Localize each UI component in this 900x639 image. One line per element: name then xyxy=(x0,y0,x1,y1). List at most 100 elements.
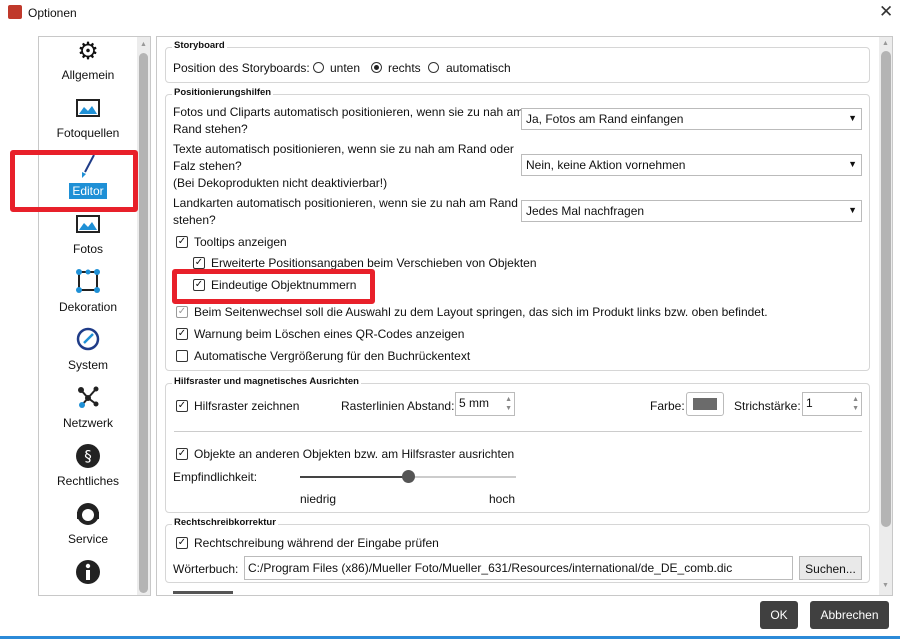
network-icon xyxy=(39,385,137,415)
select-value: Nein, keine Aktion vornehmen xyxy=(526,158,686,172)
spinner-arrows-icon[interactable]: ▲ ▼ xyxy=(852,395,859,413)
sidebar-item-label: Dekoration xyxy=(58,300,118,314)
sidebar-item-info[interactable] xyxy=(39,559,137,589)
group-title: Hilfsraster und magnetisches Ausrichten xyxy=(172,376,361,387)
slider-handle[interactable] xyxy=(402,470,415,483)
checkbox-label: Warnung beim Löschen eines QR-Codes anze… xyxy=(194,327,465,341)
sidebar-item-rechtliches[interactable]: § Rechtliches xyxy=(39,443,137,489)
spellcheck-checkbox[interactable]: ✓ xyxy=(176,537,188,549)
texts-label: Falz stehen? xyxy=(173,159,242,173)
sidebar-item-netzwerk[interactable]: Netzwerk xyxy=(39,385,137,431)
sidebar-item-fotos[interactable]: Fotos xyxy=(39,211,137,257)
checkbox-label: Hilfsraster zeichnen xyxy=(194,399,300,413)
spine-text-checkbox[interactable] xyxy=(176,350,188,362)
cancel-button[interactable]: Abbrechen xyxy=(810,601,889,629)
select-value: Jedes Mal nachfragen xyxy=(526,204,645,218)
slider-max-label: hoch xyxy=(489,492,516,506)
checkbox-label: Rechtschreibung während der Eingabe prüf… xyxy=(194,536,439,550)
search-dictionary-button[interactable]: Suchen... xyxy=(799,556,862,580)
image-icon xyxy=(39,211,137,241)
stroke-label: Strichstärke: xyxy=(734,399,801,413)
settings-scrollbar[interactable]: ▲ ▼ xyxy=(879,37,892,595)
sensitivity-slider[interactable] xyxy=(300,470,516,483)
group-title: Storyboard xyxy=(172,40,227,51)
radio-automatisch[interactable] xyxy=(428,62,439,73)
checkbox-label: Beim Seitenwechsel soll die Auswahl zu d… xyxy=(194,305,768,319)
sidebar-item-dekoration[interactable]: Dekoration xyxy=(39,269,137,315)
spacing-value: 5 mm xyxy=(459,396,489,410)
extended-position-checkbox[interactable]: ✓ xyxy=(193,257,205,269)
sidebar-item-allgemein[interactable]: ⚙ Allgemein xyxy=(39,37,137,83)
info-icon xyxy=(39,559,137,589)
snap-checkbox[interactable]: ✓ xyxy=(176,448,188,460)
highlight-unique-numbers xyxy=(172,269,375,304)
sidebar-item-label: Service xyxy=(67,532,108,546)
settings-scroll-thumb[interactable] xyxy=(881,51,891,527)
grid-group: Hilfsraster und magnetisches Ausrichten … xyxy=(165,376,870,513)
texts-label: Texte automatisch positionieren, wenn si… xyxy=(173,142,514,156)
highlight-editor xyxy=(10,150,138,212)
stroke-spinbox[interactable]: 1 ▲ ▼ xyxy=(802,392,862,416)
qr-warning-checkbox[interactable]: ✓ xyxy=(176,328,188,340)
checkbox-label: Objekte an anderen Objekten bzw. am Hilf… xyxy=(194,447,515,461)
group-title: Positionierungshilfen xyxy=(172,87,274,98)
radio-unten[interactable] xyxy=(313,62,324,73)
spelling-group: Rechtschreibkorrektur ✓ Rechtschreibung … xyxy=(165,517,870,583)
positioning-group: Positionierungshilfen Fotos und Cliparts… xyxy=(165,87,870,371)
sidebar-item-service[interactable]: Service xyxy=(39,501,137,547)
gauge-icon xyxy=(39,327,137,357)
paragraph-icon: § xyxy=(39,443,137,473)
sidebar-scroll-thumb[interactable] xyxy=(139,53,148,593)
color-swatch xyxy=(693,398,717,410)
next-group-title-clipped xyxy=(173,591,233,594)
maps-select[interactable]: Jedes Mal nachfragen ▼ xyxy=(521,200,862,222)
storyboard-group: Storyboard Position des Storyboards: unt… xyxy=(165,40,870,83)
radio-label: rechts xyxy=(388,61,421,75)
ok-button[interactable]: OK xyxy=(760,601,798,629)
sidebar-item-label: Fotoquellen xyxy=(56,126,120,140)
sidebar-item-system[interactable]: System xyxy=(39,327,137,373)
settings-panel: Storyboard Position des Storyboards: unt… xyxy=(156,36,893,596)
checkbox-label: Erweiterte Positionsangaben beim Verschi… xyxy=(211,256,537,270)
headset-icon xyxy=(39,501,137,531)
close-icon[interactable]: ✕ xyxy=(879,2,893,22)
chevron-down-icon: ▼ xyxy=(848,205,857,215)
photos-select[interactable]: Ja, Fotos am Rand einfangen ▼ xyxy=(521,108,862,130)
select-value: Ja, Fotos am Rand einfangen xyxy=(526,112,684,126)
group-title: Rechtschreibkorrektur xyxy=(172,517,278,528)
dictionary-path: C:/Program Files (x86)/Mueller Foto/Muel… xyxy=(248,561,733,575)
sensitivity-label: Empfindlichkeit: xyxy=(173,470,258,484)
slider-min-label: niedrig xyxy=(300,492,337,506)
sidebar-item-label: System xyxy=(67,358,108,372)
sidebar-scrollbar[interactable]: ▲ xyxy=(137,37,150,595)
radio-label: unten xyxy=(330,61,361,75)
radio-rechts[interactable] xyxy=(371,62,382,73)
sidebar-item-label: Fotos xyxy=(72,242,103,256)
draw-grid-checkbox[interactable]: ✓ xyxy=(176,400,188,412)
gear-icon: ⚙ xyxy=(77,38,99,65)
radio-label: automatisch xyxy=(446,61,511,75)
color-label: Farbe: xyxy=(650,399,685,413)
color-swatch-button[interactable] xyxy=(686,392,724,416)
sidebar-item-label: Netzwerk xyxy=(62,416,113,430)
chevron-down-icon: ▼ xyxy=(848,159,857,169)
spinner-arrows-icon[interactable]: ▲ ▼ xyxy=(505,395,512,413)
checkbox-label: Automatische Vergrößerung für den Buchrü… xyxy=(194,349,471,363)
shape-icon xyxy=(39,269,137,299)
spacing-spinbox[interactable]: 5 mm ▲ ▼ xyxy=(455,392,515,416)
texts-note: (Bei Dekoprodukten nicht deaktivierbar!) xyxy=(173,176,388,190)
app-icon xyxy=(8,5,22,19)
divider xyxy=(174,431,862,432)
checkbox-label: Tooltips anzeigen xyxy=(194,235,287,249)
sidebar-item-fotoquellen[interactable]: Fotoquellen xyxy=(39,95,137,141)
slider-fill xyxy=(300,476,408,478)
maps-label: stehen? xyxy=(173,213,216,227)
tooltips-checkbox[interactable]: ✓ xyxy=(176,236,188,248)
maps-label: Landkarten automatisch positionieren, we… xyxy=(173,196,518,210)
dictionary-input[interactable]: C:/Program Files (x86)/Mueller Foto/Muel… xyxy=(244,556,793,580)
window-title: Optionen xyxy=(28,6,77,20)
image-icon xyxy=(39,95,137,125)
chevron-down-icon: ▼ xyxy=(848,113,857,123)
texts-select[interactable]: Nein, keine Aktion vornehmen ▼ xyxy=(521,154,862,176)
dictionary-label: Wörterbuch: xyxy=(173,562,239,576)
